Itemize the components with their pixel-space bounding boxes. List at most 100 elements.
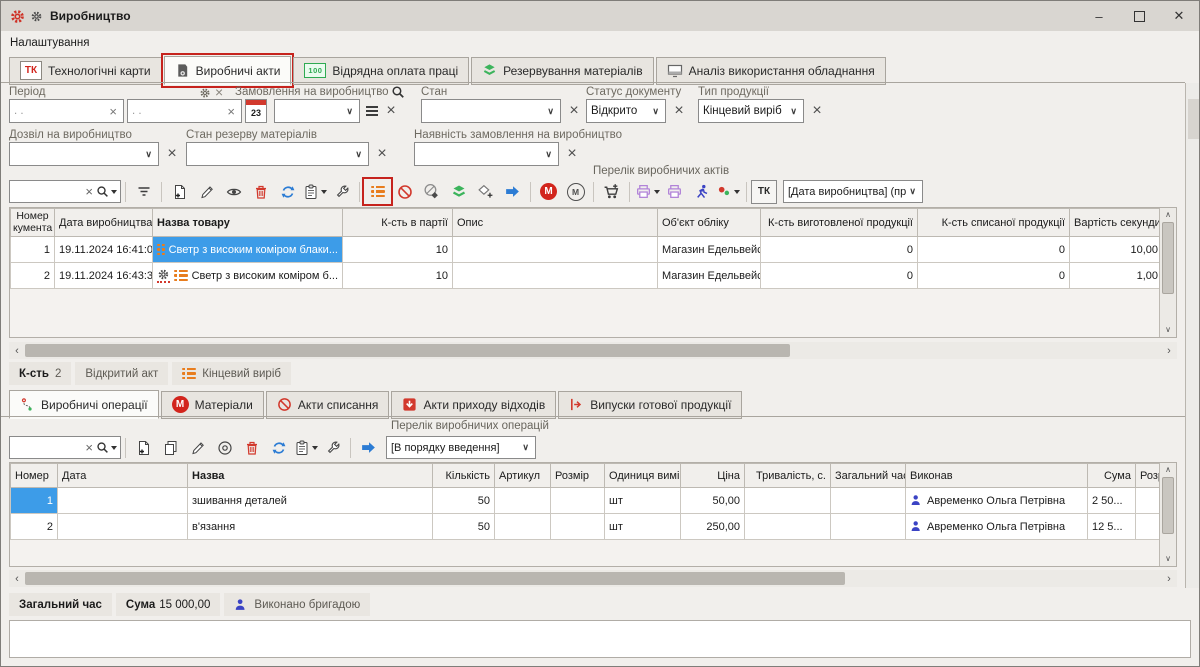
cell-date[interactable]: 19.11.2024 16:43:35 xyxy=(55,263,153,289)
cell-made[interactable]: 0 xyxy=(761,263,918,289)
product-type-select[interactable]: Кінцевий виріб ∨ xyxy=(698,99,804,123)
cell-object[interactable]: Магазин Едельвейс xyxy=(658,237,761,263)
report-button[interactable] xyxy=(292,435,319,460)
col-article[interactable]: Артикул xyxy=(495,464,551,488)
unreserve-button[interactable] xyxy=(472,179,499,204)
cancel-act-button[interactable] xyxy=(391,179,418,204)
state-select[interactable]: ∨ xyxy=(421,99,561,123)
forward-button[interactable] xyxy=(355,435,382,460)
scrollbar-thumb[interactable] xyxy=(1162,477,1174,534)
search-icon[interactable] xyxy=(96,441,109,454)
cell-date[interactable]: 19.11.2024 16:41:00 xyxy=(55,237,153,263)
refresh-button[interactable] xyxy=(274,179,301,204)
col-duration[interactable]: Тривалість, с. xyxy=(745,464,831,488)
forward-button[interactable] xyxy=(499,179,526,204)
col-doc-number[interactable]: Номер кумента xyxy=(11,209,55,237)
reserve-state-clear-button[interactable]: × xyxy=(373,142,391,166)
table-row[interactable]: 1 19.11.2024 16:41:00 Светр з високим ко… xyxy=(11,237,1163,263)
edit-button[interactable] xyxy=(184,435,211,460)
menu-settings[interactable]: Налаштування xyxy=(10,37,89,49)
cell-qty[interactable]: 50 xyxy=(433,514,495,540)
scroll-left-icon[interactable]: ‹ xyxy=(9,345,25,357)
scroll-down-icon[interactable]: ∨ xyxy=(1160,323,1176,337)
cell-sum[interactable]: 2 50... xyxy=(1088,488,1136,514)
cell-batch[interactable]: 10 xyxy=(343,263,453,289)
cell-name[interactable]: зшивання деталей xyxy=(188,488,433,514)
cell-sec-cost[interactable]: 10,00 xyxy=(1070,237,1163,263)
order-presence-select[interactable]: ∨ xyxy=(414,142,559,166)
report-button[interactable] xyxy=(301,179,328,204)
view-button[interactable] xyxy=(220,179,247,204)
materials-return-button[interactable]: M xyxy=(562,179,589,204)
final-product-filter-button[interactable] xyxy=(364,179,391,204)
tab-materials[interactable]: M Матеріали xyxy=(161,391,264,419)
state-clear-button[interactable]: × xyxy=(565,99,583,123)
tab-production-operations[interactable]: Виробничі операції xyxy=(9,390,159,419)
writeoff-button[interactable] xyxy=(418,179,445,204)
col-second-cost[interactable]: Вартість секунди xyxy=(1070,209,1163,237)
scroll-right-icon[interactable]: › xyxy=(1161,345,1177,357)
tab-production-acts[interactable]: Виробничі акти xyxy=(164,56,292,85)
print-menu-button[interactable] xyxy=(634,179,661,204)
cell-desc[interactable] xyxy=(453,263,658,289)
filter-button[interactable] xyxy=(130,179,157,204)
col-product-name[interactable]: Назва товару xyxy=(153,209,343,237)
period-settings-gear-icon[interactable] xyxy=(199,87,211,99)
ops-horizontal-scrollbar[interactable]: ‹ › xyxy=(9,570,1177,587)
scrollbar-thumb[interactable] xyxy=(25,572,845,585)
cell-sum[interactable]: 12 5... xyxy=(1088,514,1136,540)
cell-duration[interactable] xyxy=(745,514,831,540)
materials-button[interactable]: M xyxy=(535,179,562,204)
product-type-clear-button[interactable]: × xyxy=(808,99,826,123)
scroll-up-icon[interactable]: ∧ xyxy=(1160,208,1176,222)
search-icon[interactable] xyxy=(391,85,405,99)
col-worker[interactable]: Виконав xyxy=(906,464,1088,488)
add-button[interactable] xyxy=(166,179,193,204)
col-batch-qty[interactable]: К-сть в партії xyxy=(343,209,453,237)
order-presence-clear-button[interactable]: × xyxy=(563,142,581,166)
tab-waste-acts[interactable]: Акти приходу відходів xyxy=(391,391,556,419)
cell-size[interactable] xyxy=(551,514,605,540)
col-sum[interactable]: Сума xyxy=(1088,464,1136,488)
print-button[interactable] xyxy=(661,179,688,204)
delete-button[interactable] xyxy=(247,179,274,204)
table-row[interactable]: 1 зшивання деталей 50 шт 50,00 Авременко… xyxy=(11,488,1163,514)
ops-sort-select[interactable]: [В порядку введення] ∨ xyxy=(386,436,536,459)
edit-button[interactable] xyxy=(193,179,220,204)
cell-writeoff[interactable]: 0 xyxy=(918,263,1070,289)
cell-num[interactable]: 1 xyxy=(11,237,55,263)
scroll-left-icon[interactable]: ‹ xyxy=(9,573,25,585)
cell-num[interactable]: 2 xyxy=(11,263,55,289)
cell-num[interactable]: 1 xyxy=(11,488,58,514)
col-qty[interactable]: Кількість xyxy=(433,464,495,488)
cell-worker[interactable]: Авременко Ольга Петрівна xyxy=(906,514,1088,540)
cell-duration[interactable] xyxy=(745,488,831,514)
cell-size[interactable] xyxy=(551,488,605,514)
run-button[interactable] xyxy=(688,179,715,204)
doc-status-clear-button[interactable]: × xyxy=(670,99,688,123)
period-to-clear-icon[interactable]: × xyxy=(225,104,237,119)
col-description[interactable]: Опис xyxy=(453,209,658,237)
permission-select[interactable]: ∨ xyxy=(9,142,159,166)
col-production-date[interactable]: Дата виробництва xyxy=(55,209,153,237)
scroll-up-icon[interactable]: ∧ xyxy=(1160,463,1176,477)
period-from-clear-icon[interactable]: × xyxy=(107,104,119,119)
search-icon[interactable] xyxy=(96,185,109,198)
scroll-down-icon[interactable]: ∨ xyxy=(1160,552,1176,566)
cell-name[interactable]: в'язання xyxy=(188,514,433,540)
tab-writeoff-acts[interactable]: Акти списання xyxy=(266,391,390,419)
cell-article[interactable] xyxy=(495,514,551,540)
col-date[interactable]: Дата xyxy=(58,464,188,488)
cell-object[interactable]: Магазин Едельвейс xyxy=(658,263,761,289)
search-clear-icon[interactable]: × xyxy=(85,184,93,199)
tab-material-reserve[interactable]: Резервування матеріалів xyxy=(471,57,653,85)
delete-button[interactable] xyxy=(238,435,265,460)
cell-desc[interactable] xyxy=(453,237,658,263)
acts-sort-select[interactable]: [Дата виробництва] (пр ∨ xyxy=(783,180,923,203)
right-splitter[interactable] xyxy=(1185,83,1200,588)
period-clear-button[interactable]: × xyxy=(215,84,223,100)
cell-product-name[interactable]: Светр з високим коміром блаки... xyxy=(153,237,343,263)
order-list-button[interactable] xyxy=(364,104,380,118)
cell-product-name[interactable]: Светр з високим коміром б... xyxy=(153,263,343,289)
cell-price[interactable]: 250,00 xyxy=(681,514,745,540)
